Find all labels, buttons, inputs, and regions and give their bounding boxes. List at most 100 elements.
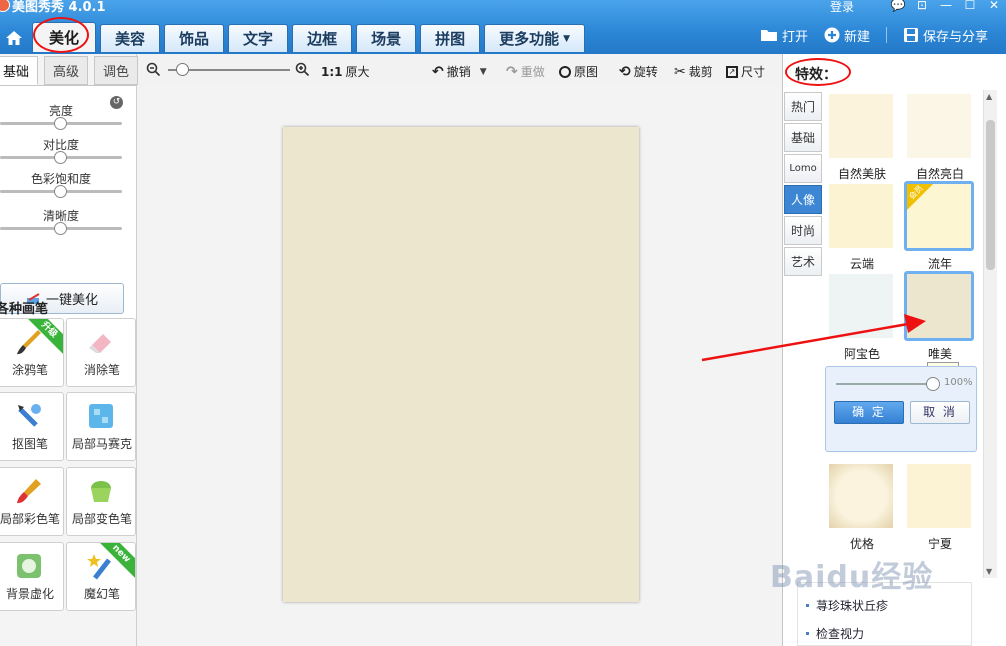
effect-thumbnail[interactable] <box>829 184 893 248</box>
tool-label: 魔幻笔 <box>83 587 120 601</box>
home-button[interactable] <box>0 24 28 52</box>
tab-accessories[interactable]: 饰品 <box>164 24 225 52</box>
crop-button[interactable]: ✂ 裁剪 <box>674 63 713 80</box>
scroll-down-icon[interactable]: ▼ <box>986 567 992 576</box>
save-share-label: 保存与分享 <box>922 29 988 45</box>
category-portrait[interactable]: 人像 <box>784 185 822 214</box>
confirm-button[interactable]: 确 定 <box>834 401 904 424</box>
photo-canvas[interactable] <box>283 127 639 602</box>
tab-scene[interactable]: 场景 <box>356 24 417 52</box>
actual-size-button[interactable]: 1:1 原大 <box>321 63 370 80</box>
zoom-slider-knob[interactable] <box>176 63 189 76</box>
redo-label: 重做 <box>520 65 545 79</box>
zoom-in-button[interactable] <box>295 62 310 77</box>
top-actions: 打开 新建 保存与分享 <box>760 24 988 46</box>
undo-button[interactable]: ↶ 撤销 ▼ <box>432 63 487 80</box>
tab-basic[interactable]: 基础 <box>0 56 38 85</box>
crop-label: 裁剪 <box>688 65 713 79</box>
effect-label: 自然美肤 <box>837 167 886 181</box>
minimize-icon[interactable]: — <box>934 0 958 14</box>
effect-label: 优格 <box>849 537 874 551</box>
login-link[interactable]: 登录 <box>830 0 854 15</box>
tab-collage[interactable]: 拼图 <box>420 24 481 52</box>
opacity-slider-knob[interactable] <box>926 377 940 391</box>
cutout-brush-tool[interactable]: 抠图笔 <box>0 392 64 461</box>
news-link[interactable]: 荨珍珠状丘疹 <box>805 597 888 614</box>
effect-thumbnail[interactable] <box>829 274 893 338</box>
category-basic[interactable]: 基础 <box>784 123 822 152</box>
chevron-down-icon[interactable]: ▼ <box>480 67 487 77</box>
tool-label: 背景虚化 <box>5 587 54 601</box>
tab-border[interactable]: 边框 <box>292 24 353 52</box>
tool-label: 局部彩色笔 <box>0 512 60 526</box>
home-icon <box>6 31 22 45</box>
save-share-button[interactable]: 保存与分享 <box>903 26 988 45</box>
scrollbar-thumb[interactable] <box>986 120 995 270</box>
zoom-out-button[interactable] <box>146 62 161 77</box>
tool-label: 抠图笔 <box>11 437 48 451</box>
cancel-button[interactable]: 取 消 <box>910 401 970 424</box>
annotation-circle <box>33 17 89 53</box>
rotate-button[interactable]: ⟲ 旋转 <box>619 63 658 80</box>
recolor-brush-tool[interactable]: 局部变色笔 <box>66 467 136 536</box>
ratio-label: 1:1 <box>321 64 343 79</box>
slider-knob[interactable] <box>54 185 67 198</box>
redo-button[interactable]: ↷ 重做 <box>506 63 545 80</box>
effect-label: 云端 <box>849 257 874 271</box>
adjust-tabs: 基础 高级 调色 <box>0 56 144 85</box>
watermark: Baidu经验 <box>770 560 934 595</box>
scroll-up-icon[interactable]: ▲ <box>986 92 992 101</box>
original-circle-icon <box>559 65 571 78</box>
canvas-area[interactable] <box>138 86 782 646</box>
eraser-brush-tool[interactable]: 消除笔 <box>66 318 136 387</box>
effect-thumbnail[interactable] <box>829 94 893 158</box>
mosaic-icon <box>89 404 113 428</box>
resize-button[interactable]: ↗ 尺寸 <box>726 63 765 80</box>
effect-thumbnail[interactable] <box>907 94 971 158</box>
news-link[interactable]: 检查视力 <box>805 625 864 642</box>
effect-thumbnail[interactable]: 会员 <box>904 181 974 251</box>
background-blur-tool[interactable]: 背景虚化 <box>0 542 64 611</box>
effect-thumbnail-selected[interactable] <box>904 271 974 341</box>
new-button[interactable]: 新建 <box>824 26 870 45</box>
local-color-brush-tool[interactable]: 局部彩色笔 <box>0 467 64 536</box>
maximize-icon[interactable]: ☐ <box>958 0 982 14</box>
tab-beauty[interactable]: 美容 <box>100 24 161 52</box>
magic-brush-tool[interactable]: new 魔幻笔 <box>66 542 136 611</box>
tab-more[interactable]: 更多功能 ▼ <box>484 24 586 52</box>
tab-color[interactable]: 调色 <box>94 56 138 85</box>
opacity-slider-track[interactable] <box>836 383 930 385</box>
title-bar: 美图秀秀 4.0.1 登录 💬 ⊡ — ☐ ✕ 美化 美容 饰品 文字 边框 场… <box>0 0 1006 54</box>
open-button[interactable]: 打开 <box>760 26 808 45</box>
category-hot[interactable]: 热门 <box>784 92 822 121</box>
effects-scrollbar[interactable]: ▲ ▼ <box>983 90 997 578</box>
tab-advanced[interactable]: 高级 <box>44 56 88 85</box>
tab-text[interactable]: 文字 <box>228 24 289 52</box>
resize-icon: ↗ <box>726 65 738 78</box>
paint-bucket-icon <box>91 481 111 502</box>
basic-sliders: ↺ 亮度 对比度 色彩饱和度 清晰度 一键美化 <box>0 85 136 321</box>
effect-label: 阿宝色 <box>843 347 880 361</box>
mosaic-brush-tool[interactable]: 局部马赛克 <box>66 392 136 461</box>
slider-knob[interactable] <box>54 117 67 130</box>
effect-thumbnail[interactable] <box>829 464 893 528</box>
redo-icon: ↷ <box>506 63 518 80</box>
original-image-button[interactable]: 原图 <box>559 63 598 80</box>
paintbrush-icon <box>17 479 41 504</box>
slider-knob[interactable] <box>54 222 67 235</box>
effect-thumbnail[interactable] <box>907 464 971 528</box>
graffiti-brush-tool[interactable]: 升级 涂鸦笔 <box>0 318 64 387</box>
scissors-icon: ✂ <box>674 63 686 80</box>
undo-label: 撤销 <box>446 65 471 79</box>
blur-icon <box>17 554 41 578</box>
plus-circle-icon <box>824 27 840 43</box>
annotation-circle <box>785 58 851 86</box>
resize-label: 尺寸 <box>741 65 766 79</box>
category-fashion[interactable]: 时尚 <box>784 216 822 245</box>
chevron-down-icon: ▼ <box>563 33 571 44</box>
skin-icon[interactable]: ⊡ <box>910 0 934 14</box>
close-icon[interactable]: ✕ <box>982 0 1006 14</box>
tool-label: 局部马赛克 <box>71 437 132 451</box>
slider-knob[interactable] <box>54 151 67 164</box>
feedback-icon[interactable]: 💬 <box>886 0 910 14</box>
